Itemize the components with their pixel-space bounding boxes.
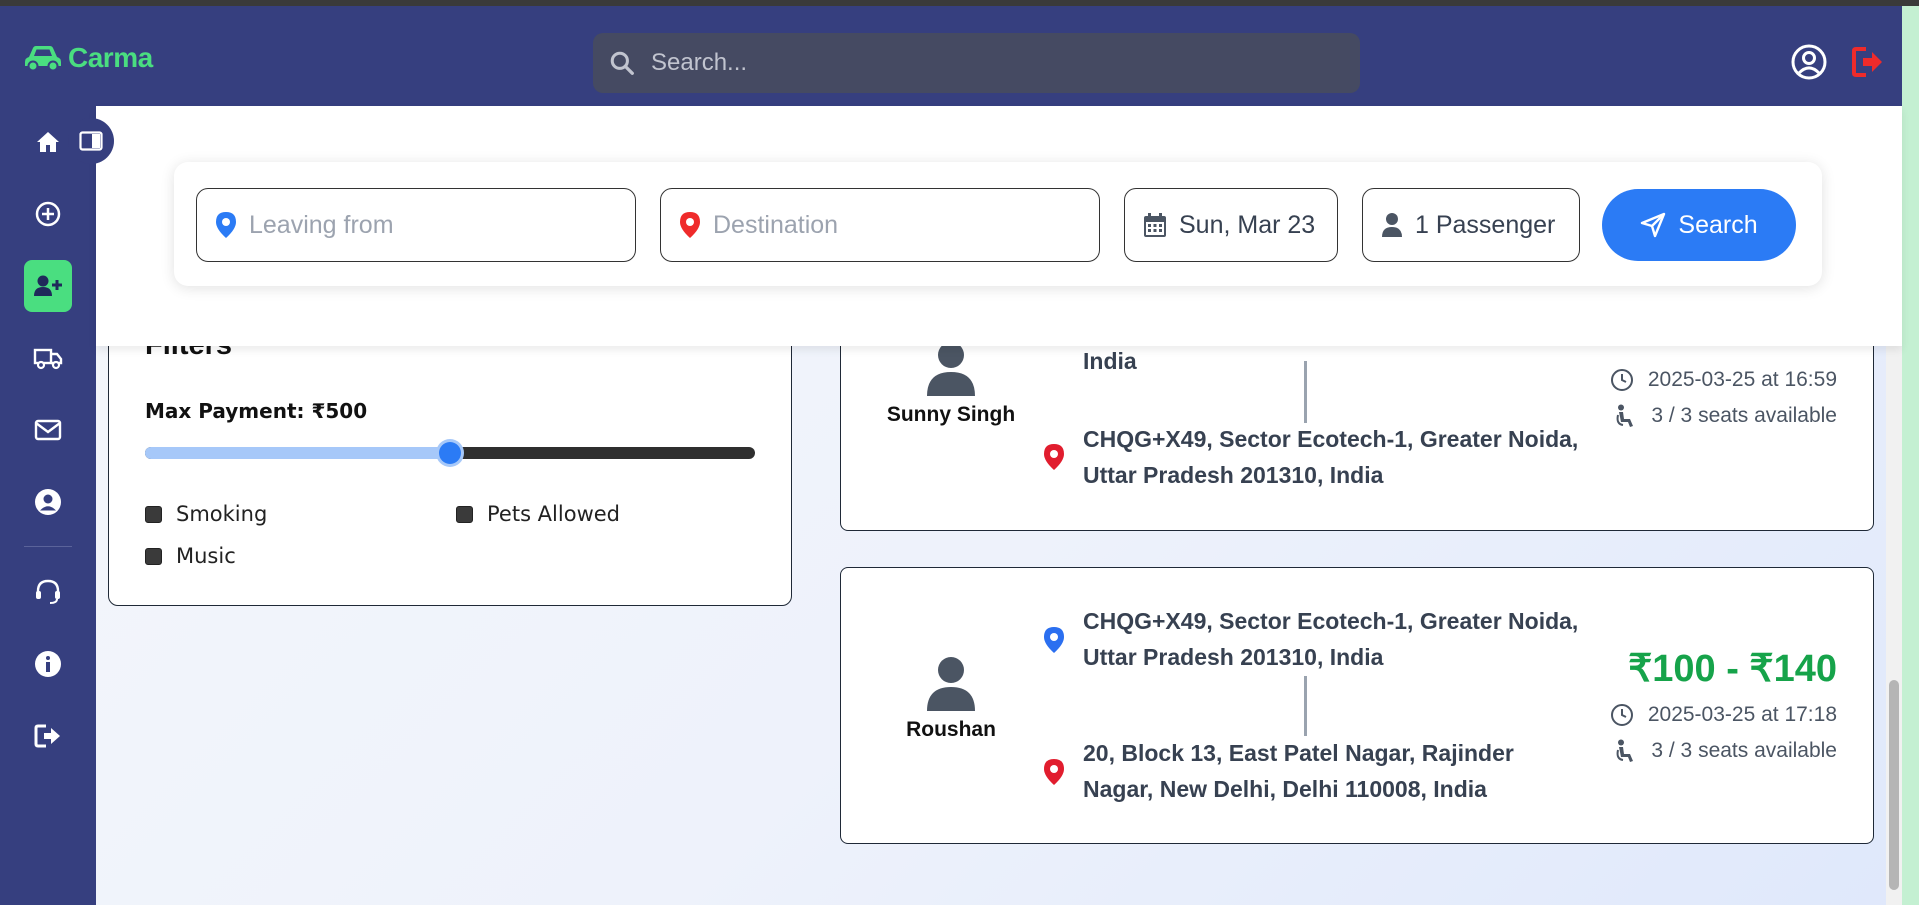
ride-origin-address: CHQG+X49, Sector Ecotech-1, Greater Noid… — [1083, 608, 1579, 670]
calendar-icon — [1144, 213, 1166, 237]
leaving-from-field[interactable] — [196, 188, 636, 262]
sign-out-icon — [34, 724, 60, 748]
checkbox-box[interactable] — [145, 505, 162, 523]
ride-datetime: 2025-03-25 at 17:18 — [1610, 703, 1837, 727]
sidebar-item-create-ride[interactable] — [24, 188, 72, 240]
sidebar-item-about[interactable] — [24, 638, 72, 690]
ride-datetime-text: 2025-03-25 at 16:59 — [1647, 368, 1837, 391]
top-actions — [1790, 43, 1884, 81]
seat-icon — [1616, 404, 1634, 427]
scrollbar-thumb[interactable] — [1889, 680, 1899, 890]
checkbox-label: Music — [176, 544, 236, 568]
map-pin-icon — [216, 212, 236, 238]
slider-thumb[interactable] — [439, 442, 461, 464]
date-value: Sun, Mar 23 — [1179, 210, 1316, 239]
user-circle-icon[interactable] — [1790, 43, 1828, 81]
user-icon — [1382, 213, 1402, 237]
seat-icon — [1616, 739, 1634, 762]
map-pin-icon — [1044, 627, 1064, 653]
sidebar-divider — [24, 546, 72, 547]
ride-seats-text: 3 / 3 seats available — [1651, 739, 1837, 762]
sidebar-item-profile[interactable] — [24, 476, 72, 528]
checkbox-box[interactable] — [145, 547, 162, 565]
max-payment-slider[interactable] — [145, 442, 755, 464]
plus-circle-icon — [35, 201, 61, 227]
user-avatar-icon — [927, 342, 975, 396]
home-icon — [37, 132, 59, 152]
ride-search-card: Sun, Mar 23 1 Passenger Search — [174, 162, 1822, 286]
driver-name: Roushan — [906, 718, 996, 741]
checkbox-label: Smoking — [176, 502, 268, 526]
info-icon — [35, 651, 61, 677]
ride-destination-address: CHQG+X49, Sector Ecotech-1, Greater Noid… — [1083, 426, 1579, 488]
sidebar-item-my-rides[interactable] — [24, 332, 72, 384]
checkbox-label: Pets Allowed — [487, 502, 620, 526]
driver-info: Roushan — [841, 656, 1061, 742]
max-payment-label: Max Payment: ₹500 — [145, 399, 368, 423]
ride-card[interactable]: Roushan CHQG+X49, Sector Ecotech-1, Grea… — [840, 567, 1874, 844]
clock-icon — [1610, 704, 1633, 726]
ride-seats: 3 / 3 seats available — [1615, 739, 1837, 763]
user-circle-icon — [35, 489, 61, 515]
sidebar — [0, 106, 96, 905]
music-checkbox[interactable]: Music — [145, 544, 236, 568]
sidebar-item-support[interactable] — [24, 566, 72, 618]
pets-allowed-checkbox[interactable]: Pets Allowed — [456, 502, 620, 526]
search-icon — [610, 51, 634, 75]
global-search[interactable] — [593, 33, 1360, 93]
car-icon — [25, 46, 61, 71]
top-navbar: Carma — [0, 6, 1902, 106]
passenger-selector[interactable]: 1 Passenger — [1362, 188, 1580, 262]
brand-logo[interactable]: Carma — [24, 42, 153, 74]
brand-name: Carma — [68, 42, 153, 73]
ride-destination-address: 20, Block 13, East Patel Nagar, Rajinder… — [1083, 740, 1514, 802]
search-button-label: Search — [1678, 210, 1758, 239]
sidebar-item-find-ride[interactable] — [24, 260, 72, 312]
ride-seats: 3 / 3 seats available — [1615, 404, 1837, 428]
destination-input[interactable] — [713, 210, 1053, 240]
passenger-value: 1 Passenger — [1415, 210, 1556, 239]
slider-fill — [145, 447, 450, 459]
date-picker[interactable]: Sun, Mar 23 — [1124, 188, 1338, 262]
checkbox-box[interactable] — [456, 505, 473, 523]
ride-search-panel: Sun, Mar 23 1 Passenger Search — [96, 106, 1902, 346]
sidebar-item-logout[interactable] — [24, 710, 72, 762]
destination-field[interactable] — [660, 188, 1100, 262]
paper-plane-icon — [1641, 212, 1666, 238]
ride-datetime: 2025-03-25 at 16:59 — [1610, 368, 1837, 392]
smoking-checkbox[interactable]: Smoking — [145, 502, 267, 526]
user-avatar-icon — [927, 657, 975, 711]
search-button[interactable]: Search — [1602, 189, 1796, 261]
clock-icon — [1610, 369, 1633, 391]
headset-icon — [36, 579, 60, 604]
driver-name: Sunny Singh — [886, 403, 1016, 426]
route-connector-line — [1304, 676, 1307, 736]
global-search-input[interactable] — [651, 49, 1301, 77]
ride-origin-address: India — [1083, 348, 1137, 374]
map-pin-icon — [680, 212, 700, 238]
right-edge-strip — [1902, 6, 1919, 905]
logout-icon[interactable] — [1852, 47, 1884, 77]
map-pin-icon — [1044, 759, 1064, 785]
map-pin-icon — [1044, 444, 1064, 470]
driver-info: Sunny Singh — [841, 341, 1061, 427]
sidebar-item-home[interactable] — [24, 116, 72, 168]
ride-price: ₹100 - ₹140 — [1628, 648, 1837, 690]
envelope-icon — [34, 419, 62, 441]
ride-datetime-text: 2025-03-25 at 17:18 — [1647, 703, 1837, 726]
truck-icon — [33, 348, 63, 370]
sidebar-item-messages[interactable] — [24, 404, 72, 456]
sidebar-toggle-button[interactable] — [68, 118, 114, 164]
route-connector-line — [1304, 361, 1307, 423]
user-plus-icon — [34, 275, 62, 296]
sidebar-toggle-icon — [79, 131, 103, 151]
ride-seats-text: 3 / 3 seats available — [1651, 404, 1837, 427]
leaving-from-input[interactable] — [249, 210, 589, 240]
